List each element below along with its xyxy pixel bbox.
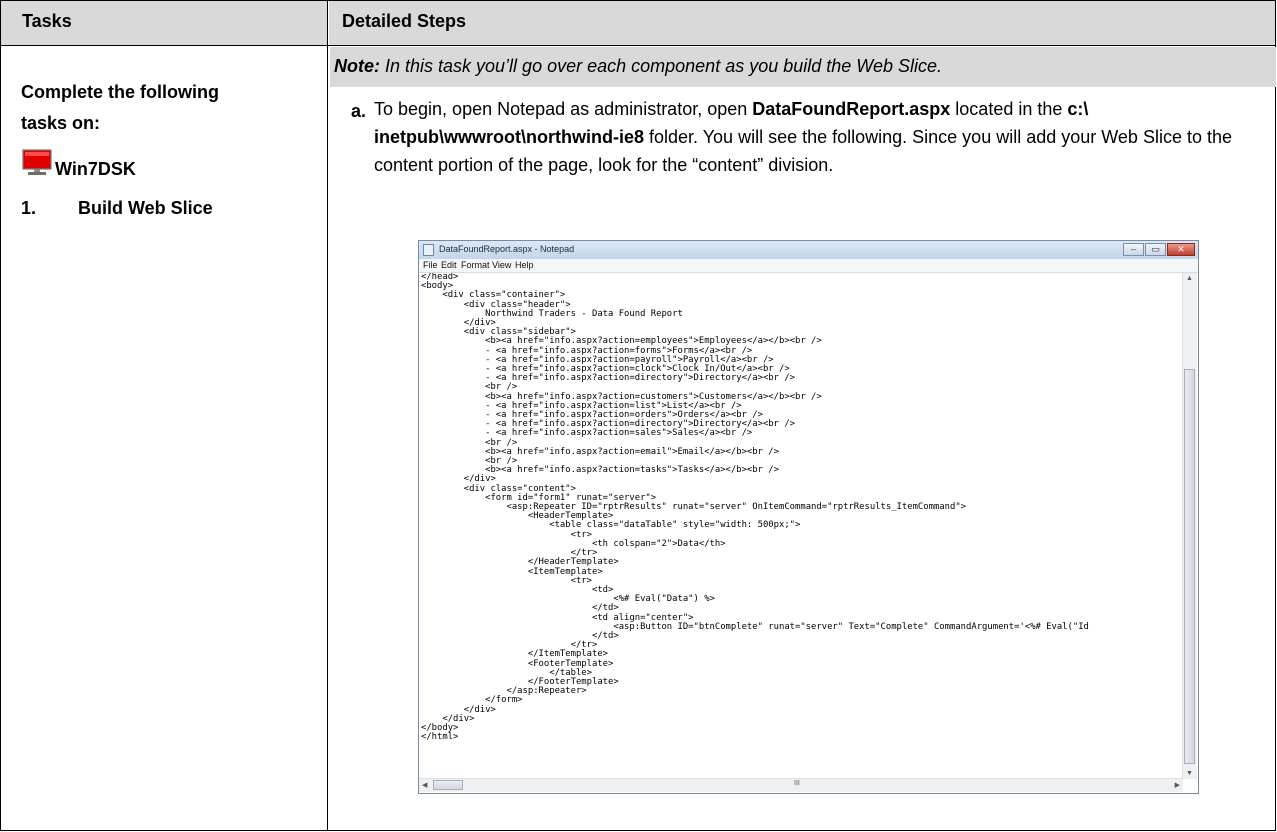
task-number: 1. bbox=[21, 198, 37, 218]
file-name: DataFoundReport.aspx bbox=[752, 99, 951, 119]
notepad-titlebar: DataFoundReport.aspx - Notepad – ▭ ✕ bbox=[419, 241, 1198, 259]
close-button[interactable]: ✕ bbox=[1167, 243, 1195, 256]
vertical-scrollbar[interactable]: ▲ ▼ bbox=[1182, 273, 1197, 779]
scroll-right-icon[interactable]: ▶ bbox=[1175, 781, 1180, 789]
menu-format[interactable]: Format bbox=[461, 260, 490, 270]
menu-file[interactable]: File bbox=[423, 260, 438, 270]
notepad-icon bbox=[423, 244, 434, 256]
steps-header: Detailed Steps bbox=[342, 11, 467, 31]
menu-view[interactable]: View bbox=[492, 260, 511, 270]
scroll-down-icon[interactable]: ▼ bbox=[1186, 770, 1193, 777]
note-label: Note: bbox=[334, 56, 380, 76]
horizontal-scroll-thumb[interactable] bbox=[433, 780, 463, 790]
tasks-header: Tasks bbox=[22, 11, 72, 31]
note-body: In this task you’ll go over each compone… bbox=[380, 56, 942, 76]
scroll-up-icon[interactable]: ▲ bbox=[1186, 275, 1193, 282]
table-right-border bbox=[1275, 0, 1276, 831]
scroll-left-icon[interactable]: ◀ bbox=[422, 781, 427, 789]
task-title: Build Web Slice bbox=[78, 198, 213, 218]
window-controls: – ▭ ✕ bbox=[1122, 243, 1195, 257]
menu-help[interactable]: Help bbox=[515, 260, 534, 270]
complete-tasks-line2: tasks on: bbox=[21, 113, 101, 133]
steps-header-cell bbox=[329, 0, 1275, 45]
step-letter: a. bbox=[351, 101, 367, 121]
header-bottom-border bbox=[0, 45, 1276, 46]
horizontal-scrollbar[interactable]: ◀ III ▶ bbox=[419, 778, 1183, 792]
step-text: To begin, open Notepad as administrator,… bbox=[374, 95, 1254, 179]
vm-name: Win7DSK bbox=[55, 159, 136, 179]
table-top-border bbox=[0, 0, 1276, 1]
table-bottom-border bbox=[0, 830, 1276, 831]
vertical-scroll-thumb[interactable] bbox=[1184, 369, 1195, 764]
column-divider bbox=[327, 0, 328, 831]
minimize-button[interactable]: – bbox=[1123, 243, 1144, 256]
notepad-text-area[interactable]: </head> <body> <div class="container"> <… bbox=[421, 273, 1181, 779]
table-left-border bbox=[0, 0, 1, 831]
notepad-window: DataFoundReport.aspx - Notepad – ▭ ✕ Fil… bbox=[418, 240, 1199, 794]
menu-edit[interactable]: Edit bbox=[441, 260, 457, 270]
step-text-1: To begin, open Notepad as administrator,… bbox=[374, 99, 753, 119]
complete-tasks-line1: Complete the following bbox=[21, 82, 219, 102]
note-text: Note: In this task you’ll go over each c… bbox=[334, 56, 942, 77]
monitor-icon bbox=[22, 149, 52, 175]
notepad-menubar: File Edit Format View Help bbox=[419, 259, 1198, 273]
scroll-grip: III bbox=[794, 780, 800, 787]
step-text-2: located in the bbox=[950, 99, 1068, 119]
maximize-button[interactable]: ▭ bbox=[1145, 243, 1166, 256]
code-text: </head> <body> <div class="container"> <… bbox=[421, 273, 1089, 743]
notepad-title: DataFoundReport.aspx - Notepad bbox=[439, 244, 575, 254]
